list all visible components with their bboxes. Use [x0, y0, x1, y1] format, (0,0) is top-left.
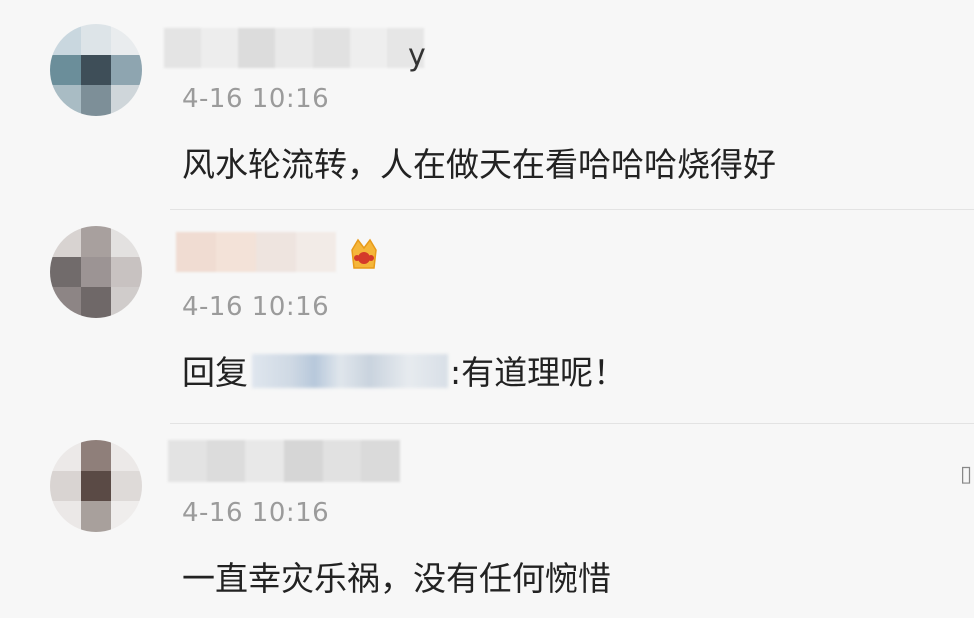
- comment-text: 回复 :有道理呢！: [182, 346, 626, 394]
- scroll-edge-icon: ▯: [960, 462, 973, 487]
- username-tail: y: [408, 38, 426, 73]
- avatar[interactable]: [50, 24, 142, 116]
- avatar[interactable]: [50, 440, 142, 532]
- username-blurred[interactable]: [164, 28, 424, 68]
- reply-text: :有道理呢！: [450, 353, 627, 392]
- comment-text: 一直幸灾乐祸，没有任何惋惜: [182, 559, 611, 598]
- comment-time: 4-16 10:16: [182, 498, 330, 528]
- mention-blurred[interactable]: [252, 354, 448, 388]
- comment-time: 4-16 10:16: [182, 292, 330, 322]
- avatar[interactable]: [50, 226, 142, 318]
- comment-time: 4-16 10:16: [182, 84, 330, 114]
- crown-badge-icon: [351, 238, 377, 269]
- reply-prefix: 回复: [182, 353, 248, 392]
- username-blurred[interactable]: [168, 440, 400, 482]
- username-blurred[interactable]: [176, 232, 346, 272]
- comment-item: y 4-16 10:16 风水轮流转，人在做天在看哈哈哈烧得好: [0, 0, 974, 210]
- comment-text: 风水轮流转，人在做天在看哈哈哈烧得好: [182, 145, 776, 184]
